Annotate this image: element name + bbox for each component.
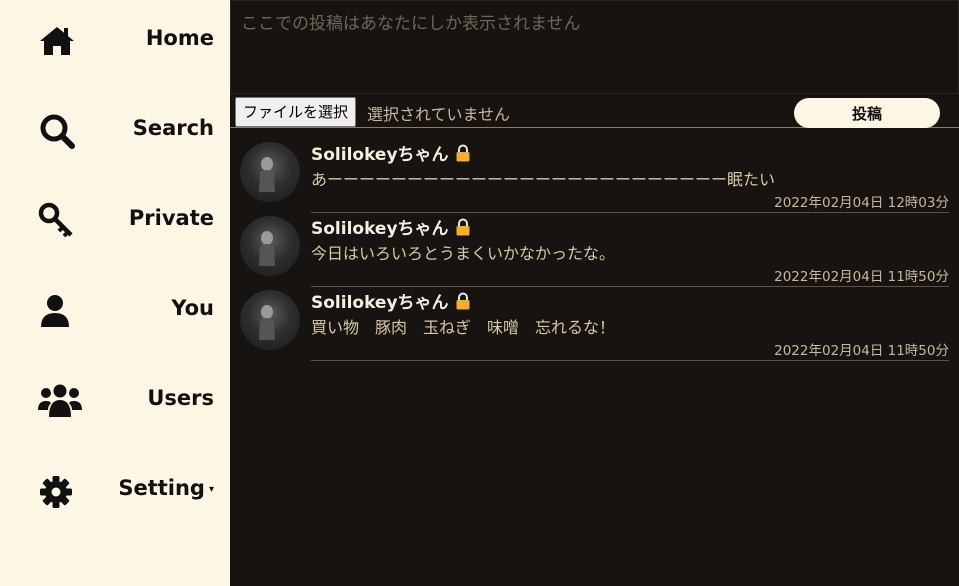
home-icon	[38, 22, 76, 60]
chevron-down-icon: ▾	[208, 483, 214, 495]
post-body: 今日はいろいろとうまくいかなかったな。	[311, 244, 616, 263]
avatar[interactable]	[240, 142, 300, 202]
file-status-text: 選択されていません	[367, 105, 511, 124]
file-select-button[interactable]: ファイルを選択	[235, 97, 357, 127]
nav-label-you: You	[171, 296, 214, 320]
post-button[interactable]: 投稿	[794, 98, 940, 128]
post-divider	[311, 360, 949, 361]
lock-icon	[455, 218, 471, 236]
nav-item-private[interactable]: Private	[0, 180, 230, 270]
search-icon	[38, 112, 76, 150]
nav-label-setting: Setting ▾	[118, 476, 214, 500]
post-author[interactable]: Solilokeyちゃん	[311, 140, 471, 165]
post-item: Solilokeyちゃん 買い物 豚肉 玉ねぎ 味噌 忘れるな！ 2022年02…	[230, 278, 959, 361]
nav-label-users: Users	[147, 386, 214, 410]
gear-icon	[38, 472, 76, 510]
lock-icon	[455, 144, 471, 162]
nav-label-home: Home	[145, 26, 214, 50]
post-item: Solilokeyちゃん 今日はいろいろとうまくいかなかったな。 2022年02…	[230, 204, 959, 287]
avatar[interactable]	[240, 290, 300, 350]
users-icon	[38, 382, 82, 420]
nav-label-search: Search	[132, 116, 214, 140]
compose-area: ファイルを選択 選択されていません 投稿	[230, 0, 959, 128]
post-item: Solilokeyちゃん あーーーーーーーーーーーーーーーーーーーーーーーーー眠…	[230, 130, 959, 213]
nav-item-search[interactable]: Search	[0, 90, 230, 180]
sidebar: Home Search Private You Users Setting ▾	[0, 0, 230, 586]
nav-item-users[interactable]: Users	[0, 360, 230, 450]
post-author[interactable]: Solilokeyちゃん	[311, 214, 471, 239]
nav-label-private: Private	[128, 206, 214, 230]
post-author[interactable]: Solilokeyちゃん	[311, 288, 471, 313]
post-timestamp: 2022年02月04日 11時50分	[774, 343, 949, 359]
avatar[interactable]	[240, 216, 300, 276]
key-icon	[38, 202, 76, 240]
post-body: あーーーーーーーーーーーーーーーーーーーーーーーーー眠たい	[311, 170, 776, 189]
post-body: 買い物 豚肉 玉ねぎ 味噌 忘れるな！	[311, 318, 616, 337]
post-textarea[interactable]	[230, 0, 959, 94]
lock-icon	[455, 292, 471, 310]
main-content: ファイルを選択 選択されていません 投稿 Solilokeyちゃん あーーーーー…	[230, 0, 959, 586]
nav-item-you[interactable]: You	[0, 270, 230, 360]
user-icon	[38, 292, 76, 330]
nav-item-home[interactable]: Home	[0, 0, 230, 90]
nav-item-setting[interactable]: Setting ▾	[0, 450, 230, 540]
